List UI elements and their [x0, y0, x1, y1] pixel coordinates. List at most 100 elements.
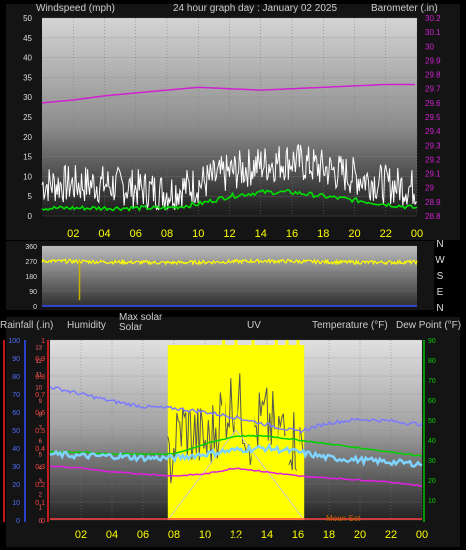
barometer-tick-label: 29	[425, 184, 434, 193]
rainfall-label: Rainfall (.in)	[0, 320, 53, 331]
humidity-tick-label: 40	[12, 446, 20, 453]
direction-tick-label: 0	[33, 304, 37, 311]
barometer-tick-label: 29.6	[425, 99, 441, 108]
lowtide-label: Lowtide	[206, 533, 241, 544]
rainfall-tick-label: 0.7	[35, 392, 45, 399]
temperature-tick-label: 70	[428, 378, 436, 385]
compass-label: N	[436, 303, 443, 314]
temperature-tick-label: 10	[428, 498, 436, 505]
barometer-tick-label: 29.5	[425, 113, 441, 122]
compass-labels: NWSEN	[435, 239, 445, 314]
windspeed-tick-label: 35	[23, 73, 32, 82]
humidity-tick-label: 90	[12, 356, 20, 363]
compass-label: S	[437, 271, 444, 282]
barometer-tick-label: 29.3	[425, 141, 441, 150]
uv-tick-label: 12	[35, 359, 42, 365]
uv-label: UV	[247, 320, 261, 331]
time-tick-label: 04	[106, 529, 118, 541]
time-tick-label: 16	[286, 228, 298, 240]
humidity-tick-label: 70	[12, 392, 20, 399]
time-tick-label: 14	[255, 228, 267, 240]
windspeed-tick-label: 15	[23, 153, 32, 162]
rain-humidity-solar-temp-panel: Rainfall (.in) Humidity Max solar Solar …	[0, 312, 461, 547]
rainfall-tick-label: 1	[41, 338, 45, 345]
compass-label: E	[437, 287, 444, 298]
time-tick-label: 06	[137, 529, 149, 541]
direction-tick-label: 180	[25, 274, 37, 281]
windspeed-tick-label: 30	[23, 93, 32, 102]
compass-label: N	[436, 239, 443, 250]
time-tick-label: 10	[192, 228, 204, 240]
barometer-tick-label: 29.7	[425, 85, 441, 94]
temperature-tick-label: 80	[428, 358, 436, 365]
time-tick-label: 08	[161, 228, 173, 240]
barometer-tick-label: 29.9	[425, 56, 441, 65]
humidity-tick-label: 60	[12, 410, 20, 417]
temperature-tick-label: 20	[428, 478, 436, 485]
graph-date-title: 24 hour graph day : January 02 2025	[173, 3, 337, 14]
barometer-tick-label: 29.2	[425, 155, 441, 164]
temperature-tick-labels: 10 20 30 40 50 60 70 80 90	[428, 338, 436, 505]
windspeed-tick-label: 40	[23, 54, 32, 63]
humidity-tick-label: 20	[12, 482, 20, 489]
temperature-tick-label: 40	[428, 438, 436, 445]
temperature-tick-label: 90	[428, 338, 436, 345]
time-tick-label: 22	[380, 228, 392, 240]
uv-tick-label: 11	[36, 372, 43, 378]
humidity-tick-label: 50	[12, 428, 20, 435]
windspeed-tick-label: 20	[23, 133, 32, 142]
compass-label: W	[435, 255, 445, 266]
weather-graph: Windspeed (mph) 24 hour graph day : Janu…	[0, 3, 461, 547]
barometer-tick-label: 28.8	[425, 212, 441, 221]
uv-tick-label: 10	[35, 386, 42, 392]
moonset-label: Moon Set	[326, 514, 361, 523]
direction-tick-label: 90	[29, 289, 37, 296]
temperature-tick-label: 60	[428, 398, 436, 405]
time-tick-label: 02	[75, 529, 87, 541]
barometer-tick-label: 30	[425, 42, 434, 51]
barometer-tick-label: 28.9	[425, 198, 441, 207]
time-tick-label: 16	[292, 529, 304, 541]
barometer-tick-label: 29.4	[425, 127, 441, 136]
time-tick-label: 08	[168, 529, 180, 541]
time-tick-label: 04	[98, 228, 110, 240]
temperature-tick-label: 30	[428, 458, 436, 465]
wind-barometer-panel: Windspeed (mph) 24 hour graph day : Janu…	[6, 3, 460, 240]
time-tick-label: 18	[317, 228, 329, 240]
time-tick-label: 06	[130, 228, 142, 240]
humidity-label: Humidity	[67, 320, 106, 331]
uv-tick-label: 13	[35, 346, 42, 352]
time-tick-label: 12	[223, 228, 235, 240]
time-tick-label: 00	[416, 529, 428, 541]
humidity-tick-label: 10	[12, 500, 20, 507]
humidity-tick-label: 80	[12, 374, 20, 381]
temperature-label: Temperature (°F)	[312, 320, 388, 331]
time-tick-label: 02	[67, 228, 79, 240]
windspeed-tick-label: 25	[23, 113, 32, 122]
direction-tick-label: 360	[25, 244, 37, 251]
dewpoint-label: Dew Point (°F)	[396, 320, 461, 331]
barometer-axis-title: Barometer (.in)	[371, 3, 438, 14]
time-tick-label: 22	[385, 529, 397, 541]
windspeed-tick-label: 5	[28, 192, 33, 201]
barometer-tick-label: 30.2	[425, 14, 441, 23]
windspeed-axis-title: Windspeed (mph)	[36, 3, 115, 14]
windspeed-tick-label: 10	[23, 172, 32, 181]
barometer-tick-label: 29.8	[425, 71, 441, 80]
windspeed-tick-label: 45	[23, 34, 32, 43]
time-tick-label: 00	[411, 228, 423, 240]
barometer-tick-label: 30.1	[425, 28, 441, 37]
time-tick-label: 20	[354, 529, 366, 541]
barometer-tick-label: 29.1	[425, 170, 441, 179]
time-tick-label: 20	[348, 228, 360, 240]
humidity-tick-label: 0	[16, 518, 20, 525]
direction-tick-label: 270	[25, 259, 37, 266]
wind-direction-panel: 090180270360 NWSEN	[6, 239, 445, 314]
humidity-tick-label: 100	[8, 338, 20, 345]
solar-label: Solar	[119, 322, 143, 333]
windspeed-tick-label: 50	[23, 14, 32, 23]
time-tick-label: 14	[261, 529, 273, 541]
temperature-tick-label: 50	[428, 418, 436, 425]
time-tick-label: 18	[323, 529, 335, 541]
windspeed-tick-label: 0	[28, 212, 33, 221]
